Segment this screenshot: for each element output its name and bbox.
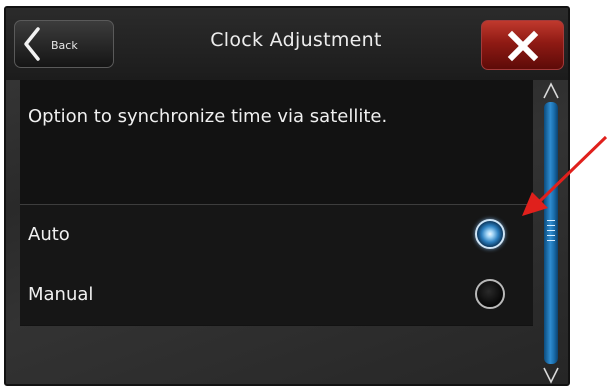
chevron-left-icon	[24, 27, 40, 61]
radio-manual[interactable]	[475, 279, 505, 309]
back-button[interactable]: Back	[14, 20, 114, 68]
page-title: Clock Adjustment	[210, 29, 382, 51]
option-description: Option to synchronize time via satellite…	[28, 106, 388, 127]
close-button[interactable]	[481, 20, 564, 70]
screen-frame: Back Clock Adjustment Option to synchron…	[4, 6, 570, 386]
chevron-up-icon[interactable]	[543, 82, 559, 100]
radio-auto-selected[interactable]	[475, 219, 505, 249]
annotation-arrow	[522, 135, 608, 216]
scrollbar[interactable]	[537, 80, 565, 384]
back-label: Back	[51, 39, 78, 52]
option-label-manual: Manual	[28, 284, 94, 305]
chevron-down-icon[interactable]	[543, 366, 559, 384]
close-x-icon	[507, 30, 539, 62]
option-row-manual[interactable]: Manual	[20, 265, 533, 325]
option-row-auto[interactable]: Auto	[20, 204, 533, 266]
option-label-auto: Auto	[28, 224, 70, 245]
scroll-grip	[547, 220, 555, 245]
header-bar: Back Clock Adjustment	[6, 8, 568, 80]
